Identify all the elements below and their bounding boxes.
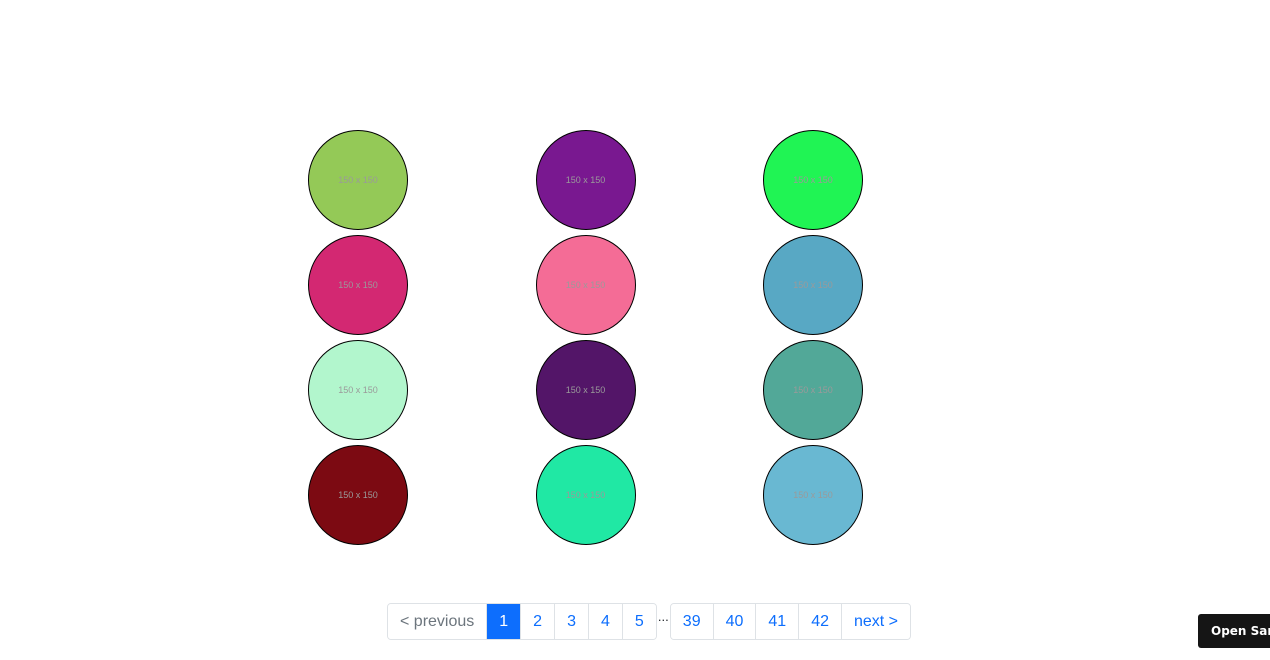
pagination-start-group: < previous 1 2 3 4 5 [387, 603, 657, 640]
circle-image: 150 x 150 [308, 445, 408, 545]
page-link-4[interactable]: 4 [587, 604, 622, 639]
circle-image: 150 x 150 [763, 235, 863, 335]
placeholder-label: 150 x 150 [793, 490, 833, 500]
circle-image: 150 x 150 [308, 235, 408, 335]
circle-image: 150 x 150 [763, 130, 863, 230]
placeholder-label: 150 x 150 [793, 280, 833, 290]
page-link-42[interactable]: 42 [798, 604, 841, 639]
placeholder-label: 150 x 150 [338, 490, 378, 500]
page-link-40[interactable]: 40 [712, 604, 756, 639]
next-page-button[interactable]: next > [840, 604, 911, 639]
placeholder-label: 150 x 150 [565, 385, 606, 395]
pagination: < previous 1 2 3 4 5 ... 39 40 41 42 nex… [387, 603, 912, 640]
open-sandbox-button[interactable]: Open Sandbox [1198, 614, 1270, 648]
placeholder-label: 150 x 150 [338, 385, 378, 395]
circle-image: 150 x 150 [535, 445, 636, 545]
placeholder-label: 150 x 150 [793, 385, 833, 395]
page: 150 x 150 150 x 150 150 x 150 150 x 150 … [0, 0, 1270, 660]
pagination-end-group: 39 40 41 42 next > [669, 603, 912, 640]
page-link-39[interactable]: 39 [670, 604, 713, 639]
placeholder-label: 150 x 150 [565, 490, 606, 500]
placeholder-label: 150 x 150 [793, 175, 833, 185]
circle-image: 150 x 150 [535, 130, 636, 230]
placeholder-label: 150 x 150 [565, 175, 606, 185]
page-link-2[interactable]: 2 [520, 604, 555, 639]
placeholder-label: 150 x 150 [565, 280, 606, 290]
page-link-3[interactable]: 3 [554, 604, 588, 639]
page-link-41[interactable]: 41 [755, 604, 799, 639]
page-link-5[interactable]: 5 [621, 604, 656, 639]
page-link-1[interactable]: 1 [486, 604, 521, 639]
pagination-ellipsis: ... [657, 609, 669, 624]
circle-image: 150 x 150 [763, 445, 863, 545]
placeholder-label: 150 x 150 [338, 175, 378, 185]
placeholder-label: 150 x 150 [338, 280, 378, 290]
circle-image: 150 x 150 [308, 130, 408, 230]
circle-image: 150 x 150 [308, 340, 408, 440]
circle-image: 150 x 150 [535, 235, 636, 335]
previous-page-button[interactable]: < previous [388, 604, 487, 639]
circle-grid: 150 x 150 150 x 150 150 x 150 150 x 150 … [308, 130, 864, 545]
open-sandbox-label: Open Sandbox [1211, 624, 1270, 638]
circle-image: 150 x 150 [535, 340, 636, 440]
circle-image: 150 x 150 [763, 340, 863, 440]
